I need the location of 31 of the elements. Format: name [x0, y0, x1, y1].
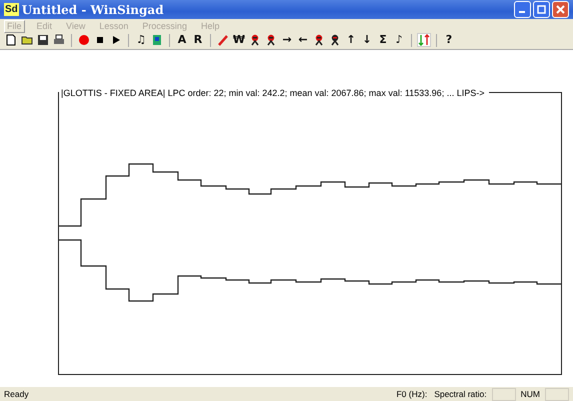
- new-file-icon[interactable]: [4, 33, 18, 48]
- document-icon[interactable]: [150, 33, 164, 48]
- toolbar-button[interactable]: R: [191, 33, 205, 48]
- status-label: Spectral ratio:: [433, 389, 488, 400]
- record-icon[interactable]: [77, 33, 91, 48]
- toolbar-button[interactable]: ♫: [134, 33, 148, 48]
- toolbar-button[interactable]: A: [175, 33, 189, 48]
- pencil-icon[interactable]: [216, 33, 230, 48]
- toolbar-button[interactable]: ↓: [360, 33, 374, 48]
- toolbar-button[interactable]: ♪: [392, 33, 406, 48]
- save-icon[interactable]: [36, 33, 50, 48]
- minimize-button[interactable]: [514, 1, 531, 18]
- toolbar-button[interactable]: ?: [442, 33, 456, 48]
- status-label: NUM: [520, 389, 541, 400]
- maximize-button[interactable]: [533, 1, 550, 18]
- status-pane: [545, 388, 569, 401]
- close-icon: [556, 5, 565, 14]
- status-pane: [492, 388, 516, 401]
- toolbar-button[interactable]: →: [280, 33, 294, 48]
- sort-arrows-icon[interactable]: [417, 33, 431, 48]
- maximize-icon: [537, 5, 546, 14]
- window-title: Untitled - WinSingad: [22, 2, 165, 17]
- toolbar-button[interactable]: ₩: [232, 33, 246, 48]
- plot-header: |GLOTTIS - FIXED AREA| LPC order: 22; min val: 242.2; mean val: 2067.86; max val: 11533.96; ... LIPS->: [61, 88, 486, 98]
- toolbar-button[interactable]: ←: [296, 33, 310, 48]
- toolbar-button[interactable]: Σ: [376, 33, 390, 48]
- status-label: F0 (Hz):: [395, 389, 428, 400]
- toolbar-button[interactable]: ↑: [344, 33, 358, 48]
- close-button[interactable]: [552, 1, 569, 18]
- status-message: Ready: [4, 389, 30, 400]
- app-icon: Sd: [4, 3, 19, 16]
